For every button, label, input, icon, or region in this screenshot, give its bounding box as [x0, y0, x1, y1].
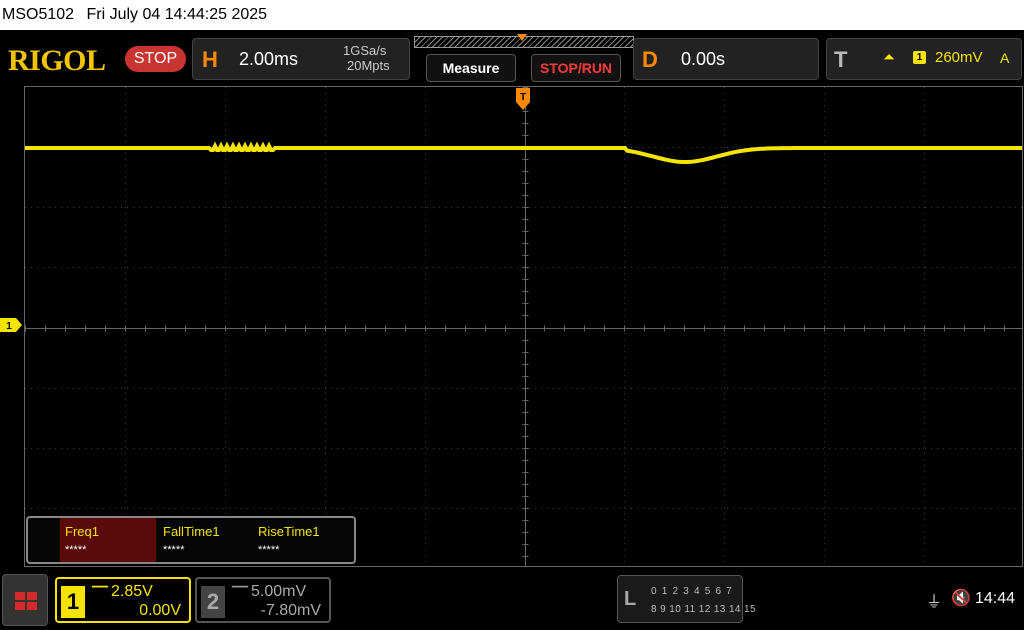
- measurement-item[interactable]: FallTime1 *****: [158, 518, 254, 562]
- dc-coupling-icon: ▔▔: [232, 587, 248, 599]
- trigger-position-marker-icon[interactable]: T: [516, 88, 530, 110]
- channel-2-panel[interactable]: 2 ▔▔ 5.00mV -7.80mV: [195, 577, 331, 623]
- bottom-bar: 1 ▔▔ 2.85V 0.00V 2 ▔▔ 5.00mV -7.80mV L 0…: [0, 570, 1024, 630]
- speaker-muted-icon[interactable]: 🔇: [951, 588, 971, 608]
- model-name: MSO5102: [2, 6, 75, 23]
- delay-letter: D: [642, 47, 658, 72]
- trigger-panel[interactable]: T ⏶ 1 260mV A: [826, 38, 1022, 80]
- datetime: Fri July 04 14:44:25 2025: [86, 6, 268, 23]
- measurement-value: *****: [258, 544, 280, 556]
- channel-2-offset: -7.80mV: [260, 602, 321, 619]
- dc-coupling-icon: ▔▔: [92, 587, 108, 599]
- waveform-display[interactable]: [24, 86, 1023, 567]
- horizontal-letter: H: [202, 47, 218, 72]
- measurement-value: *****: [163, 544, 185, 556]
- measurement-name: Freq1: [65, 524, 99, 539]
- trigger-marker-label: T: [520, 92, 526, 103]
- measurement-item[interactable]: Freq1 *****: [60, 518, 156, 562]
- measurement-name: FallTime1: [163, 524, 220, 539]
- usb-icon: ⏚: [926, 594, 943, 611]
- brand-logo: RIGOL: [8, 44, 106, 77]
- header-bar: RIGOL STOP H 2.00ms 1GSa/s 20Mpts Measur…: [0, 30, 1024, 86]
- grid-menu-icon: [15, 592, 37, 610]
- trigger-level: 260mV: [935, 49, 983, 66]
- measurement-panel[interactable]: Freq1 ***** FallTime1 ***** RiseTime1 **…: [26, 516, 356, 564]
- digital-channels-row-2: 8 9 10 11 12 13 14 15: [651, 604, 756, 615]
- rising-edge-icon: ⏶: [883, 49, 896, 66]
- status-bar: MSO5102 Fri July 04 14:44:25 2025: [0, 0, 1024, 30]
- stop-run-button[interactable]: STOP/RUN: [531, 54, 621, 82]
- channel-2-number: 2: [201, 586, 225, 618]
- measure-button[interactable]: Measure: [426, 54, 516, 82]
- memory-depth: 20Mpts: [347, 58, 390, 73]
- logic-analyzer-letter: L: [624, 588, 637, 610]
- measurement-name: RiseTime1: [258, 524, 320, 539]
- sample-rate: 1GSa/s: [343, 43, 387, 58]
- delay-panel[interactable]: D 0.00s: [633, 38, 819, 80]
- channel-1-panel[interactable]: 1 ▔▔ 2.85V 0.00V: [55, 577, 191, 623]
- logic-analyzer-panel[interactable]: L 0 1 2 3 4 5 6 7 8 9 10 11 12 13 14 15: [617, 575, 756, 623]
- channel-2-scale: 5.00mV: [251, 583, 307, 600]
- system-clock: 14:44: [975, 590, 1016, 607]
- run-state-badge[interactable]: STOP: [125, 46, 186, 72]
- waveform-grid: [25, 87, 1022, 566]
- home-menu-button[interactable]: [2, 574, 48, 626]
- trigger-source: 1: [913, 51, 926, 64]
- measurement-value: *****: [65, 544, 87, 556]
- channel-1-offset: 0.00V: [139, 602, 181, 619]
- channel-1-number: 1: [61, 586, 85, 618]
- horizontal-panel[interactable]: H 2.00ms 1GSa/s 20Mpts: [192, 38, 410, 80]
- digital-channels-row-1: 0 1 2 3 4 5 6 7: [651, 586, 733, 597]
- ch1-offset-marker-icon[interactable]: 1: [0, 318, 22, 332]
- memory-position-marker-icon: [517, 34, 527, 41]
- timebase-value: 2.00ms: [239, 49, 299, 69]
- delay-value: 0.00s: [681, 49, 726, 69]
- channel-1-scale: 2.85V: [111, 583, 153, 600]
- ch1-marker-label: 1: [6, 321, 12, 332]
- measurement-item[interactable]: RiseTime1 *****: [253, 518, 349, 562]
- trigger-letter: T: [834, 47, 848, 72]
- trigger-mode: A: [1000, 50, 1010, 66]
